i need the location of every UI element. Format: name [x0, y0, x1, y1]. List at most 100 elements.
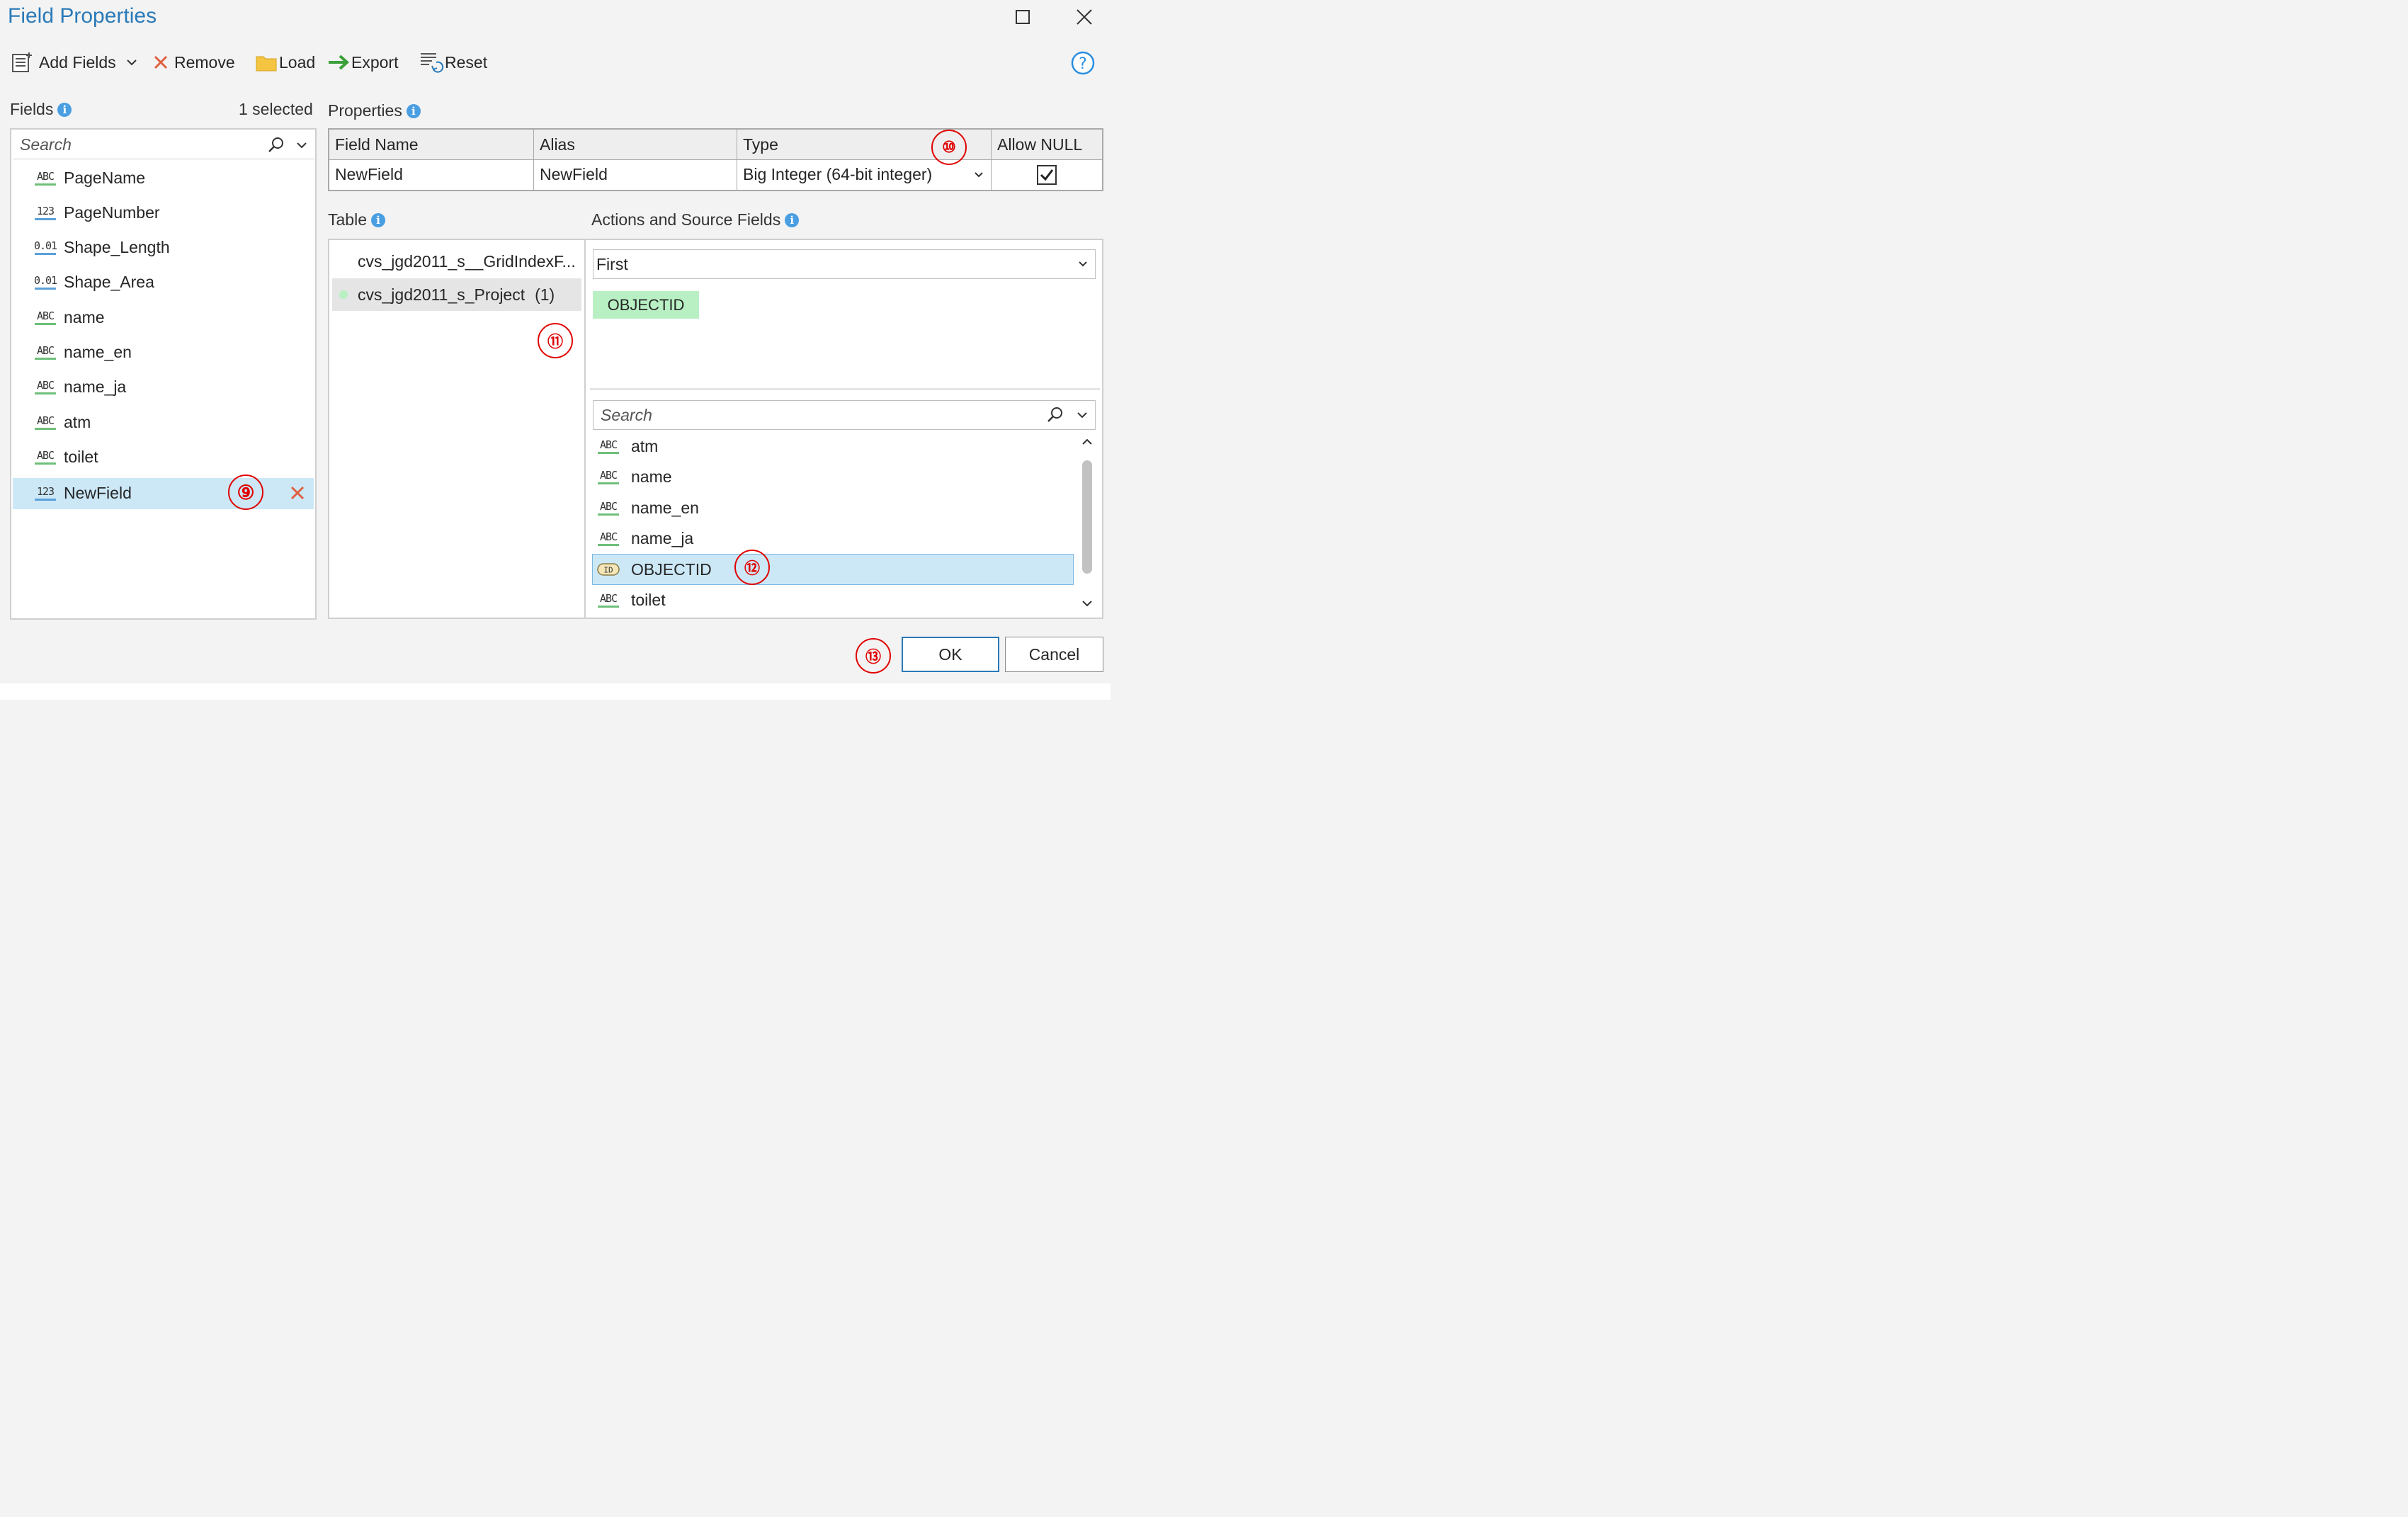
allow-null-checkbox[interactable]	[1037, 164, 1057, 185]
help-icon: ?	[1071, 51, 1095, 75]
field-row[interactable]: 0.01 Shape_Length	[13, 232, 314, 263]
annotation-12: ⑫	[734, 550, 770, 585]
source-field-chip[interactable]: OBJECTID	[593, 291, 699, 319]
action-select[interactable]: First	[593, 249, 1096, 279]
header-alias: Alias	[534, 130, 737, 159]
integer-field-icon: 123	[34, 203, 57, 222]
field-name-cell[interactable]: NewField	[329, 159, 534, 190]
status-dot	[339, 290, 348, 299]
annotation-11: ⑪	[538, 323, 573, 358]
actions-section-label: Actions and Source Fields i	[591, 210, 800, 229]
text-field-icon: ABC	[34, 307, 57, 327]
field-name: name	[64, 307, 105, 326]
source-field-name: name_en	[631, 498, 699, 517]
cancel-button[interactable]: Cancel	[1005, 637, 1103, 672]
field-row[interactable]: ABC name_ja	[13, 372, 314, 403]
properties-section-label: Properties i	[328, 101, 421, 120]
field-name: atm	[64, 412, 91, 431]
reset-button[interactable]: Reset	[419, 50, 487, 75]
export-label: Export	[351, 52, 399, 72]
source-field-row[interactable]: ABC name_en	[593, 493, 1073, 523]
table-label-text: Table	[328, 210, 367, 229]
field-row[interactable]: ABC toilet	[13, 441, 314, 472]
field-row[interactable]: ABC name	[13, 302, 314, 333]
add-fields-icon	[12, 52, 32, 72]
source-field-row[interactable]: ABC toilet	[593, 586, 1073, 615]
field-row[interactable]: ABC atm	[13, 407, 314, 438]
text-field-icon: ABC	[34, 412, 57, 432]
remove-button[interactable]: Remove	[153, 50, 235, 75]
field-row-selected[interactable]: 123 NewField	[13, 477, 314, 509]
source-search-input[interactable]: Search	[593, 400, 1096, 430]
close-button[interactable]	[1070, 4, 1098, 30]
info-icon[interactable]: i	[406, 103, 421, 118]
source-field-row[interactable]: ABC name	[593, 462, 1073, 492]
actions-label-text: Actions and Source Fields	[591, 210, 781, 229]
fields-panel: Search ABC PageName 123 PageNumber 0.01 Shape…	[10, 128, 317, 620]
field-name: PageNumber	[64, 203, 160, 222]
source-field-row[interactable]: ABC atm	[593, 431, 1073, 461]
field-name: NewField	[64, 484, 132, 503]
source-search-placeholder: Search	[601, 405, 652, 424]
source-field-row-selected[interactable]: ID OBJECTID	[592, 554, 1074, 585]
double-field-icon: 0.01	[34, 238, 57, 258]
load-label: Load	[279, 52, 316, 72]
selected-count: 1 selected	[239, 100, 313, 118]
properties-table: Field Name Alias Type Allow NULL NewFiel…	[328, 128, 1103, 191]
table-section-label: Table i	[328, 210, 385, 229]
svg-text:?: ?	[1079, 55, 1087, 73]
reset-icon	[421, 53, 444, 73]
table-item-name: cvs_jgd2011_s__GridIndexF...	[358, 251, 576, 271]
field-row[interactable]: 123 PageNumber	[13, 197, 314, 228]
export-button[interactable]: Export	[327, 50, 398, 75]
scrollbar-thumb[interactable]	[1082, 460, 1092, 574]
ok-button[interactable]: OK	[902, 637, 999, 672]
field-row[interactable]: 0.01 Shape_Area	[13, 267, 314, 298]
splitter[interactable]	[590, 388, 1100, 390]
field-row[interactable]: ABC PageName	[13, 162, 314, 193]
source-field-row[interactable]: ABC name_ja	[593, 524, 1073, 554]
load-button[interactable]: Load	[255, 50, 315, 75]
chevron-down-icon	[975, 171, 983, 177]
chevron-down-icon[interactable]	[1077, 411, 1088, 419]
source-field-name: atm	[631, 436, 659, 455]
help-button[interactable]: ?	[1071, 51, 1095, 79]
fields-search-input[interactable]: Search	[13, 131, 314, 159]
info-icon[interactable]: i	[785, 212, 800, 227]
annotation-10: ⑩	[931, 130, 967, 165]
annotation-13: ⑬	[856, 638, 891, 674]
header-allow-null: Allow NULL	[997, 135, 1083, 154]
search-icon[interactable]	[1047, 407, 1064, 424]
text-field-icon: ABC	[34, 168, 57, 188]
scroll-down-icon[interactable]	[1078, 596, 1096, 610]
table-item[interactable]: cvs_jgd2011_s__GridIndexF...	[332, 246, 581, 277]
allow-null-cell	[992, 159, 1102, 190]
field-row[interactable]: ABC name_en	[13, 337, 314, 368]
scrollbar[interactable]	[1078, 432, 1096, 616]
text-field-icon: ABC	[597, 591, 620, 610]
remove-x-icon	[154, 55, 168, 69]
source-field-name: name	[631, 467, 672, 486]
annotation-9: ⑨	[228, 475, 263, 510]
info-icon[interactable]: i	[57, 102, 72, 117]
field-name: Shape_Length	[64, 238, 170, 257]
scroll-up-icon[interactable]	[1078, 435, 1096, 449]
delete-field-icon[interactable]	[290, 485, 305, 504]
table-item-count: (1)	[535, 285, 555, 304]
search-icon[interactable]	[268, 137, 285, 154]
table-item-name: cvs_jgd2011_s_Project	[358, 285, 526, 304]
maximize-button[interactable]	[1009, 4, 1037, 30]
add-fields-button[interactable]: Add Fields	[11, 50, 137, 75]
source-field-name: name_ja	[631, 529, 694, 547]
properties-label-text: Properties	[328, 101, 402, 120]
type-value: Big Integer (64-bit integer)	[743, 165, 933, 183]
header-field-name: Field Name	[329, 130, 534, 159]
text-field-icon: ABC	[597, 529, 620, 549]
chevron-down-icon[interactable]	[296, 141, 307, 149]
alias-cell[interactable]: NewField	[534, 159, 737, 190]
info-icon[interactable]: i	[370, 212, 385, 227]
text-field-icon: ABC	[597, 498, 620, 518]
reset-label: Reset	[445, 52, 488, 72]
table-item-selected[interactable]: cvs_jgd2011_s_Project (1)	[332, 278, 581, 311]
maximize-icon	[1016, 10, 1030, 24]
